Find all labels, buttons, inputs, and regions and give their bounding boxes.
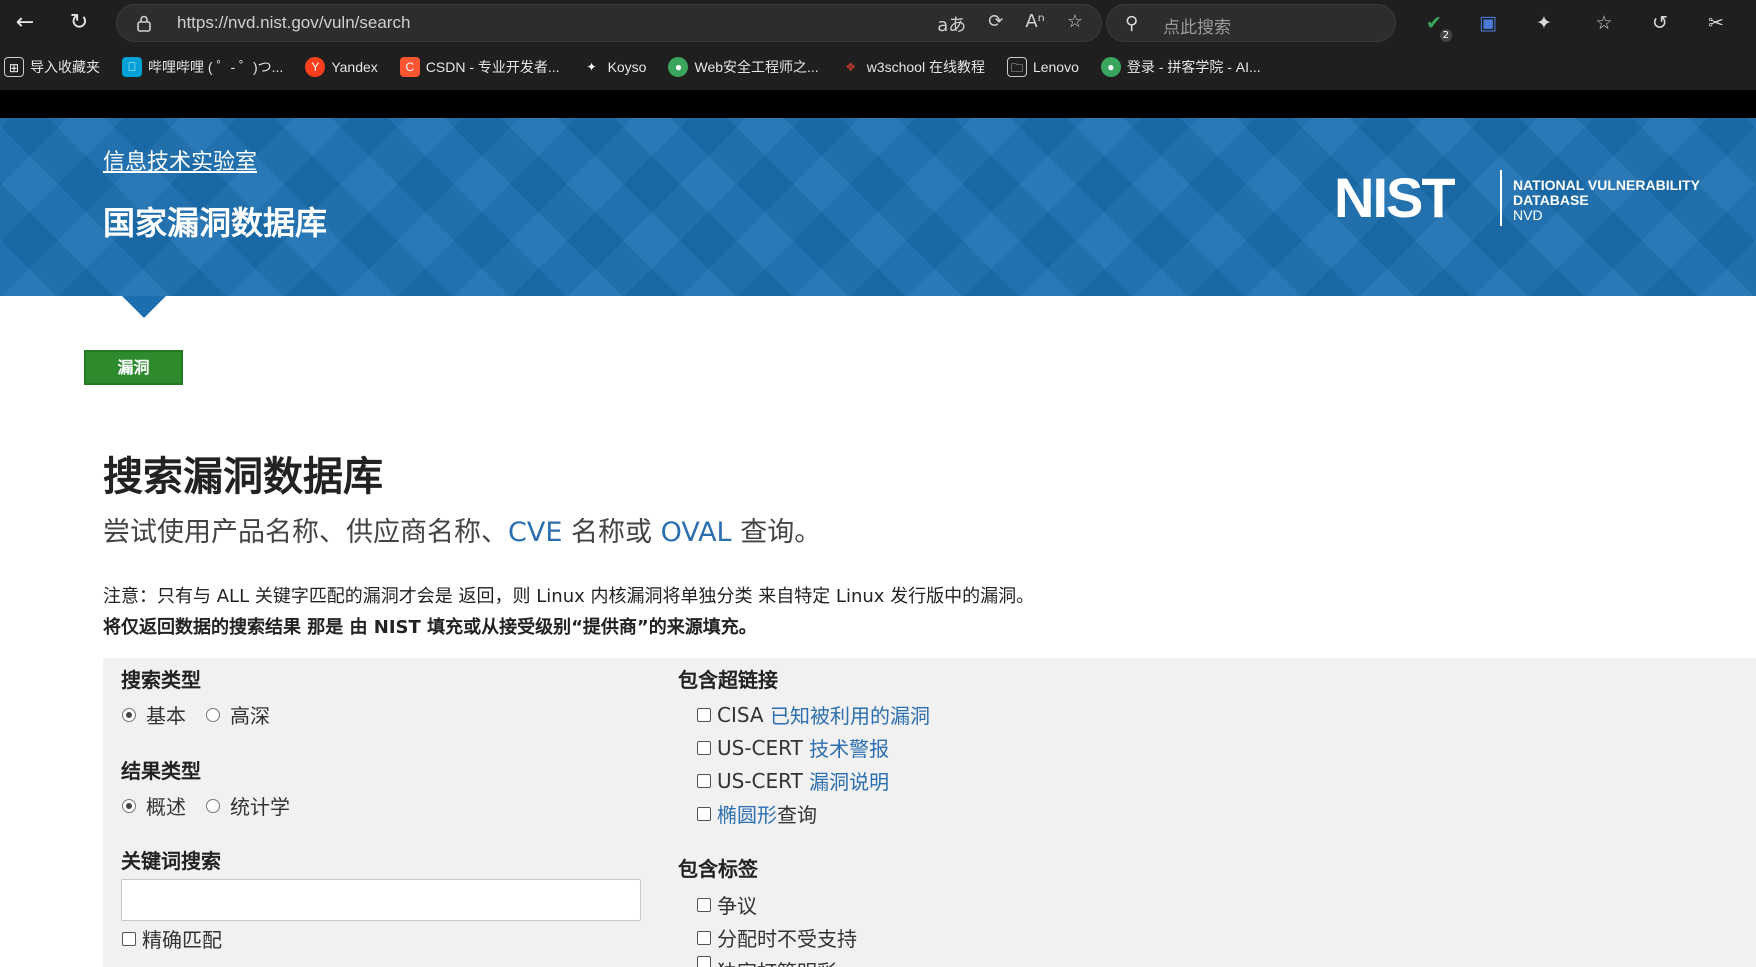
yandex-icon: Y xyxy=(305,57,326,77)
hyperlinks-label: 包含超链接 xyxy=(678,668,778,692)
cve-link[interactable]: CVE xyxy=(508,517,562,548)
sparkle-icon: ✦ xyxy=(586,60,597,74)
lock-icon xyxy=(137,15,151,32)
extensions-puzzle-icon[interactable]: ✦ xyxy=(1528,8,1560,38)
read-aloud-icon[interactable]: Aⁿ xyxy=(1025,11,1045,37)
history-icon[interactable]: ↺ xyxy=(1644,8,1676,38)
tag-disputed-checkbox[interactable]: 争议 xyxy=(697,890,757,919)
checkbox[interactable] xyxy=(122,931,136,946)
bookmark-csdn[interactable]: C CSDN - 专业开发者... xyxy=(399,57,560,77)
extension-badge: 2 xyxy=(1439,29,1452,42)
search-placeholder: 点此搜索 xyxy=(1163,18,1231,38)
translate-extension-icon[interactable]: ▣ xyxy=(1472,8,1504,38)
import-icon: ⊞ xyxy=(4,57,24,77)
bookmark-bilibili[interactable]: ⎕ 哔哩哔哩 ( ゜- ゜)つ... xyxy=(122,57,283,77)
radio-button[interactable] xyxy=(122,798,136,813)
bookmark-koyso[interactable]: ✦ Koyso xyxy=(582,57,647,77)
radio-advanced[interactable]: 高深 xyxy=(206,700,270,729)
screenshot-icon[interactable]: ✂ xyxy=(1700,8,1732,38)
checkbox[interactable] xyxy=(697,773,711,788)
lead-text: 尝试使用产品名称、供应商名称、CVE 名称或 OVAL 查询。 xyxy=(103,517,822,548)
browser-search-box[interactable]: ⚲ 点此搜索 xyxy=(1106,4,1396,42)
edge-icon[interactable]: ⟳ xyxy=(988,11,1003,37)
back-arrow-icon[interactable]: ← xyxy=(8,6,42,40)
top-strip xyxy=(0,90,1756,118)
nvd-logo-text[interactable]: NATIONAL VULNERABILITY DATABASE NVD xyxy=(1513,178,1700,223)
bookmark-web-security[interactable]: ● Web安全工程师之... xyxy=(668,57,819,77)
hyperlink-uscert-alerts-checkbox[interactable]: US-CERT 技术警报 xyxy=(697,733,889,762)
keyword-search-label: 关键词搜索 xyxy=(121,849,221,873)
oval-query-link[interactable]: 椭圆形 xyxy=(717,799,777,828)
csdn-icon: C xyxy=(399,57,420,77)
hyperlink-oval-checkbox[interactable]: 椭圆形 查询 xyxy=(697,799,817,828)
favorites-icon[interactable]: ☆ xyxy=(1588,8,1620,38)
note-text-bold: 将仅返回数据的搜索结果 那是 由 NIST 填充或从接受级别“提供商”的来源填充… xyxy=(103,617,757,638)
radio-button[interactable] xyxy=(206,707,220,722)
checkbox[interactable] xyxy=(697,707,711,722)
checkbox[interactable] xyxy=(697,930,711,945)
checkbox[interactable] xyxy=(697,956,711,967)
vulnerability-notes-link[interactable]: 漏洞说明 xyxy=(809,766,889,795)
browser-toolbar: ← ↻ https://nvd.nist.gov/vuln/search aあ … xyxy=(0,0,1756,90)
oval-link[interactable]: OVAL xyxy=(661,517,732,548)
address-bar[interactable]: https://nvd.nist.gov/vuln/search aあ ⟳ Aⁿ… xyxy=(116,4,1102,42)
tags-label: 包含标签 xyxy=(678,857,758,881)
radio-basic[interactable]: 基本 xyxy=(122,700,186,729)
tab-vulnerabilities[interactable]: 漏洞 xyxy=(84,350,183,385)
bookmark-lenovo[interactable]: 🗀 Lenovo xyxy=(1006,57,1079,77)
banner-pointer xyxy=(122,296,166,318)
checkbox[interactable] xyxy=(697,806,711,821)
hyperlink-cisa-checkbox[interactable]: CISA 已知被利用的漏洞 xyxy=(697,700,930,729)
keyword-search-input[interactable] xyxy=(121,879,641,921)
pinke-icon: ● xyxy=(1100,57,1121,77)
translate-icon[interactable]: aあ xyxy=(937,11,966,37)
logo-divider xyxy=(1500,170,1502,226)
radio-overview[interactable]: 概述 xyxy=(122,791,186,820)
site-title[interactable]: 国家漏洞数据库 xyxy=(103,198,327,244)
radio-statistics[interactable]: 统计学 xyxy=(206,791,290,820)
search-type-label: 搜索类型 xyxy=(121,668,201,692)
bookmark-yandex[interactable]: Y Yandex xyxy=(305,57,378,77)
hyperlink-uscert-notes-checkbox[interactable]: US-CERT 漏洞说明 xyxy=(697,766,889,795)
checkbox[interactable] xyxy=(697,740,711,755)
tag-exclusive-checkbox[interactable]: 独家打篮明彩 xyxy=(697,956,837,967)
w3school-icon: ❖ xyxy=(845,60,857,74)
bookmarks-bar: ⊞ 导入收藏夹 ⎕ 哔哩哔哩 ( ゜- ゜)つ... Y Yandex C CSDN -… xyxy=(0,50,1756,84)
nist-logo[interactable]: NIST xyxy=(1334,170,1456,226)
page-title: 搜索漏洞数据库 xyxy=(103,454,383,500)
bookmark-pinke[interactable]: ● 登录 - 拼客学院 - AI... xyxy=(1100,57,1261,77)
search-icon: ⚲ xyxy=(1125,13,1139,34)
reload-icon[interactable]: ↻ xyxy=(62,6,96,40)
technical-alerts-link[interactable]: 技术警报 xyxy=(809,733,889,762)
shield-extension-icon[interactable]: ✔ 2 xyxy=(1418,8,1452,42)
favorite-star-icon[interactable]: ☆ xyxy=(1067,11,1083,37)
bilibili-icon: ⎕ xyxy=(122,57,142,77)
bookmark-w3school[interactable]: ❖ w3school 在线教程 xyxy=(841,57,985,77)
bookmark-import[interactable]: ⊞ 导入收藏夹 xyxy=(4,57,100,77)
folder-icon: 🗀 xyxy=(1006,57,1027,77)
org-link[interactable]: 信息技术实验室 xyxy=(103,144,257,176)
radio-button[interactable] xyxy=(206,798,220,813)
cisa-kev-link[interactable]: 已知被利用的漏洞 xyxy=(770,700,930,729)
web-icon: ● xyxy=(668,57,689,77)
checkbox[interactable] xyxy=(697,897,711,912)
result-type-label: 结果类型 xyxy=(121,759,201,783)
tag-unsupported-checkbox[interactable]: 分配时不受支持 xyxy=(697,923,857,952)
exact-match-checkbox[interactable]: 精确匹配 xyxy=(122,924,222,953)
note-text: 注意：只有与 ALL 关键字匹配的漏洞才会是 返回，则 Linux 内核漏洞将单… xyxy=(103,586,1035,607)
site-banner: 信息技术实验室 国家漏洞数据库 NIST NATIONAL VULNERABIL… xyxy=(0,118,1756,296)
radio-button[interactable] xyxy=(122,707,136,722)
url-text[interactable]: https://nvd.nist.gov/vuln/search xyxy=(177,13,410,33)
